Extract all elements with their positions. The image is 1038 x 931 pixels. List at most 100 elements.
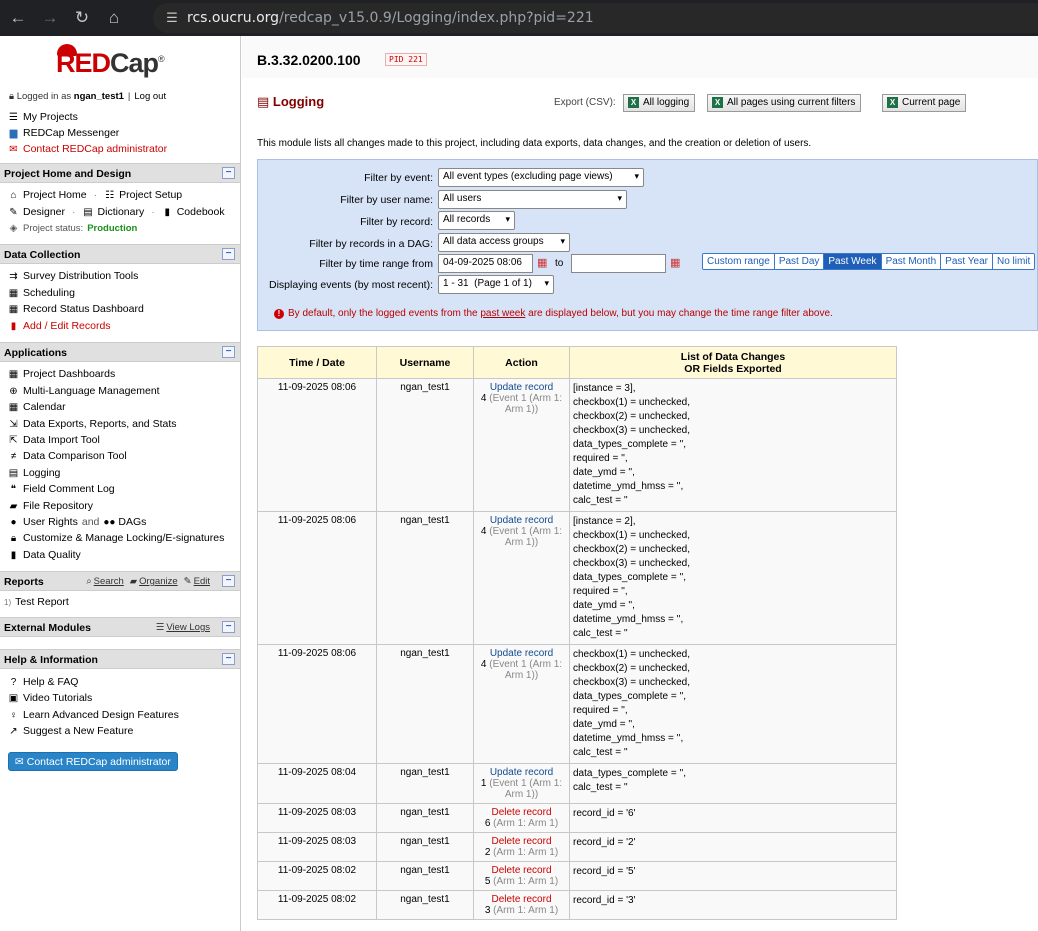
export-all-pages-button[interactable]: X All pages using current filters [707, 94, 862, 112]
filter-event-label: Filter by event: [364, 172, 433, 184]
site-settings-icon[interactable]: ☰ [157, 10, 187, 26]
change-line: data_types_complete = '', [573, 768, 687, 779]
mail-icon: ✉ [15, 756, 24, 768]
range-custom-button[interactable]: Custom range [703, 254, 775, 269]
designer-link[interactable]: Designer [23, 206, 65, 218]
back-arrow-icon[interactable]: ← [4, 4, 32, 32]
sidebar-item-dags[interactable]: DAGs [118, 516, 146, 528]
change-line: checkbox(3) = unchecked, [573, 558, 691, 569]
range-no-limit-button[interactable]: No limit [992, 254, 1035, 269]
sidebar-item-test-report[interactable]: 1) Test Report [4, 596, 69, 608]
sidebar-item-suggest-feature[interactable]: ↗ Suggest a New Feature [8, 725, 133, 737]
collapse-toggle[interactable]: − [222, 575, 235, 587]
export-all-logging-button[interactable]: X All logging [623, 94, 696, 112]
filter-record-label: Filter by record: [360, 216, 433, 228]
change-line: required = '', [573, 705, 628, 716]
time-from-input[interactable]: 04-09-2025 08:06 [438, 254, 533, 273]
sidebar-item-project-dashboards[interactable]: ▦ Project Dashboards [8, 368, 115, 380]
collapse-toggle[interactable]: − [222, 621, 235, 633]
collapse-toggle[interactable]: − [222, 346, 235, 358]
filter-record-select[interactable]: All records ▾ [438, 211, 515, 230]
time-to-input[interactable] [571, 254, 666, 273]
chevron-down-icon: ▾ [505, 214, 510, 224]
sidebar-item-multi-language[interactable]: ⊕ Multi-Language Management [8, 385, 159, 397]
action-label: Delete record [491, 836, 552, 847]
sidebar-item-user-rights[interactable]: User Rights [23, 516, 78, 528]
collapse-toggle[interactable]: − [222, 167, 235, 179]
contact-admin-button[interactable]: ✉ Contact REDCap administrator [8, 752, 178, 771]
reports-edit-link[interactable]: Edit [194, 576, 210, 587]
excel-icon: X [887, 97, 898, 108]
export-current-page-button[interactable]: X Current page [882, 94, 967, 112]
sidebar-item-my-projects[interactable]: ☰ My Projects [8, 111, 78, 123]
display-events-select[interactable]: 1 - 31 (Page 1 of 1) ▾ [438, 275, 554, 294]
calendar-icon[interactable]: ▦ [670, 256, 680, 269]
view-logs-link[interactable]: View Logs [166, 622, 210, 633]
redcap-logo[interactable]: REDCap® [56, 44, 165, 79]
range-past-year-button[interactable]: Past Year [941, 254, 993, 269]
sidebar-item-survey-distribution[interactable]: ⇉ Survey Distribution Tools [8, 270, 138, 282]
sidebar-item-advanced-design[interactable]: ♀ Learn Advanced Design Features [8, 709, 179, 721]
filter-dag-select[interactable]: All data access groups ▾ [438, 233, 570, 252]
cell-time: 11-09-2025 08:02 [257, 861, 377, 891]
codebook-link[interactable]: Codebook [177, 206, 225, 218]
event-detail: (Arm 1: Arm 1) [493, 876, 559, 887]
change-line: checkbox(3) = unchecked, [573, 677, 691, 688]
home-icon[interactable]: ⌂ [100, 4, 128, 32]
sidebar-item-data-import[interactable]: ⇱ Data Import Tool [8, 434, 100, 446]
sidebar-item-calendar[interactable]: ▦ Calendar [8, 401, 66, 413]
range-past-week-button[interactable]: Past Week [824, 254, 882, 269]
event-detail: (Arm 1: Arm 1) [493, 818, 559, 829]
sidebar-item-help-faq[interactable]: ? Help & FAQ [8, 676, 79, 688]
collapse-toggle[interactable]: − [222, 653, 235, 665]
forward-arrow-icon[interactable]: → [36, 4, 64, 32]
sidebar-item-contact-admin[interactable]: ✉ Contact REDCap administrator [8, 143, 167, 155]
question-icon: ? [10, 676, 17, 688]
filter-user-select[interactable]: All users ▾ [438, 190, 627, 209]
sidebar-item-file-repository[interactable]: ▰ File Repository [8, 500, 93, 512]
reports-search-link[interactable]: Search [94, 576, 124, 587]
col-action-header: Action [473, 346, 570, 379]
sidebar-item-data-exports[interactable]: ⇲ Data Exports, Reports, and Stats [8, 418, 176, 430]
sidebar-item-field-comment-log[interactable]: ❝ Field Comment Log [8, 483, 115, 495]
change-line: date_ymd = '', [573, 600, 635, 611]
log-icon: ▤ [257, 94, 270, 109]
range-past-month-button[interactable]: Past Month [881, 254, 942, 269]
cell-username: ngan_test1 [376, 763, 474, 804]
calendar-icon[interactable]: ▦ [537, 256, 547, 269]
past-week-link[interactable]: past week [480, 308, 525, 319]
project-header: B.3.32.0200.100 PID 221 [242, 36, 1038, 78]
change-line: required = '', [573, 453, 628, 464]
project-home-link[interactable]: Project Home [23, 189, 87, 201]
cell-action: Delete record 3 (Arm 1: Arm 1) [473, 890, 570, 920]
dictionary-link[interactable]: Dictionary [98, 206, 145, 218]
logout-link[interactable]: Log out [134, 91, 166, 102]
sidebar-item-video-tutorials[interactable]: ▣ Video Tutorials [8, 692, 93, 704]
sidebar-item-logging[interactable]: ▤ Logging [8, 467, 61, 479]
sidebar-item-messenger[interactable]: ▆ REDCap Messenger [8, 127, 120, 139]
calendar-icon: ▦ [8, 287, 19, 299]
sidebar-item-data-quality[interactable]: ▮ Data Quality [8, 549, 81, 561]
sidebar-item-add-edit-records[interactable]: ▮ Add / Edit Records [8, 320, 111, 332]
collapse-toggle[interactable]: − [222, 248, 235, 260]
project-setup-link[interactable]: Project Setup [119, 189, 182, 201]
folder-icon: ▰ [129, 576, 138, 587]
reports-organize-link[interactable]: Organize [139, 576, 178, 587]
url-text: rcs.oucru.org/redcap_v15.0.9/Logging/ind… [187, 10, 594, 26]
cell-action: Update record 4 (Event 1 (Arm 1: Arm 1)) [473, 378, 570, 512]
not-equal-icon: ≠ [10, 450, 17, 462]
sidebar-item-locking[interactable]: 🔒︎ Customize & Manage Locking/E-signature… [8, 532, 225, 544]
filter-event-select[interactable]: All event types (excluding page views) ▾ [438, 168, 644, 187]
sidebar-item-scheduling[interactable]: ▦ Scheduling [8, 287, 75, 299]
range-past-day-button[interactable]: Past Day [774, 254, 825, 269]
section-project-home: Project Home and Design − [0, 163, 240, 183]
sidebar-item-data-comparison[interactable]: ≠ Data Comparison Tool [8, 450, 127, 462]
reload-icon[interactable]: ↻ [68, 4, 96, 32]
change-line: checkbox(1) = unchecked, [573, 530, 691, 541]
list-icon: ☰ [9, 111, 18, 123]
change-line: data_types_complete = '', [573, 572, 687, 583]
cell-data-changes: data_types_complete = '', calc_test = '' [569, 763, 897, 804]
sidebar-item-record-status[interactable]: ▦ Record Status Dashboard [8, 303, 144, 315]
project-status-value: Production [87, 223, 138, 234]
address-bar[interactable]: ☰ rcs.oucru.org/redcap_v15.0.9/Logging/i… [153, 3, 1038, 33]
